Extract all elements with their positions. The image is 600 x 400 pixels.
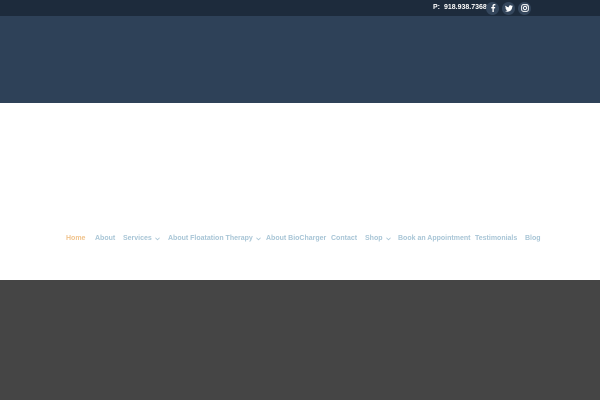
nav-item-blog[interactable]: Blog [525,233,541,245]
twitter-icon[interactable] [502,1,515,15]
nav-item-label: Book an Appointment [398,235,471,242]
nav-item-label: Testimonials [475,235,518,242]
nav-item-label: About [95,235,116,242]
phone-number-text: 918.938.7368 [443,4,487,11]
facebook-icon[interactable] [486,1,499,15]
chevron-down-icon [255,237,261,241]
nav-item-biocharger[interactable]: About BioCharger [266,233,326,245]
nav-item-about[interactable]: About [95,233,115,245]
nav-item-label: Blog [525,235,541,242]
nav-item-label: Contact [331,235,358,242]
chevron-down-icon [385,237,391,241]
nav-item-label: Home [66,235,86,242]
nav-item-home[interactable]: Home [66,233,85,245]
chevron-down-icon [154,237,160,241]
nav-item-services[interactable]: Services [123,233,160,245]
top-bar: P: 918.938.7368 [0,0,600,16]
nav-item-book-appointment[interactable]: Book an Appointment [398,233,470,245]
nav-item-shop[interactable]: Shop [365,233,391,245]
content-band [0,280,600,400]
nav-item-floatation-therapy[interactable]: About Floatation Therapy [168,233,261,245]
nav-item-label: Services [123,235,152,242]
nav-item-label: Shop [365,235,383,242]
site-header [0,103,600,280]
instagram-icon[interactable] [518,1,531,15]
nav-item-contact[interactable]: Contact [331,233,357,245]
phone-number[interactable]: P: 918.938.7368 [433,3,487,13]
main-navigation: Home About Services About Floatation The… [0,233,600,245]
nav-item-label: About Floatation Therapy [168,235,253,242]
phone-prefix: P: [433,4,440,11]
nav-item-label: About BioCharger [266,235,327,242]
nav-item-testimonials[interactable]: Testimonials [475,233,517,245]
hero-banner [0,16,600,103]
